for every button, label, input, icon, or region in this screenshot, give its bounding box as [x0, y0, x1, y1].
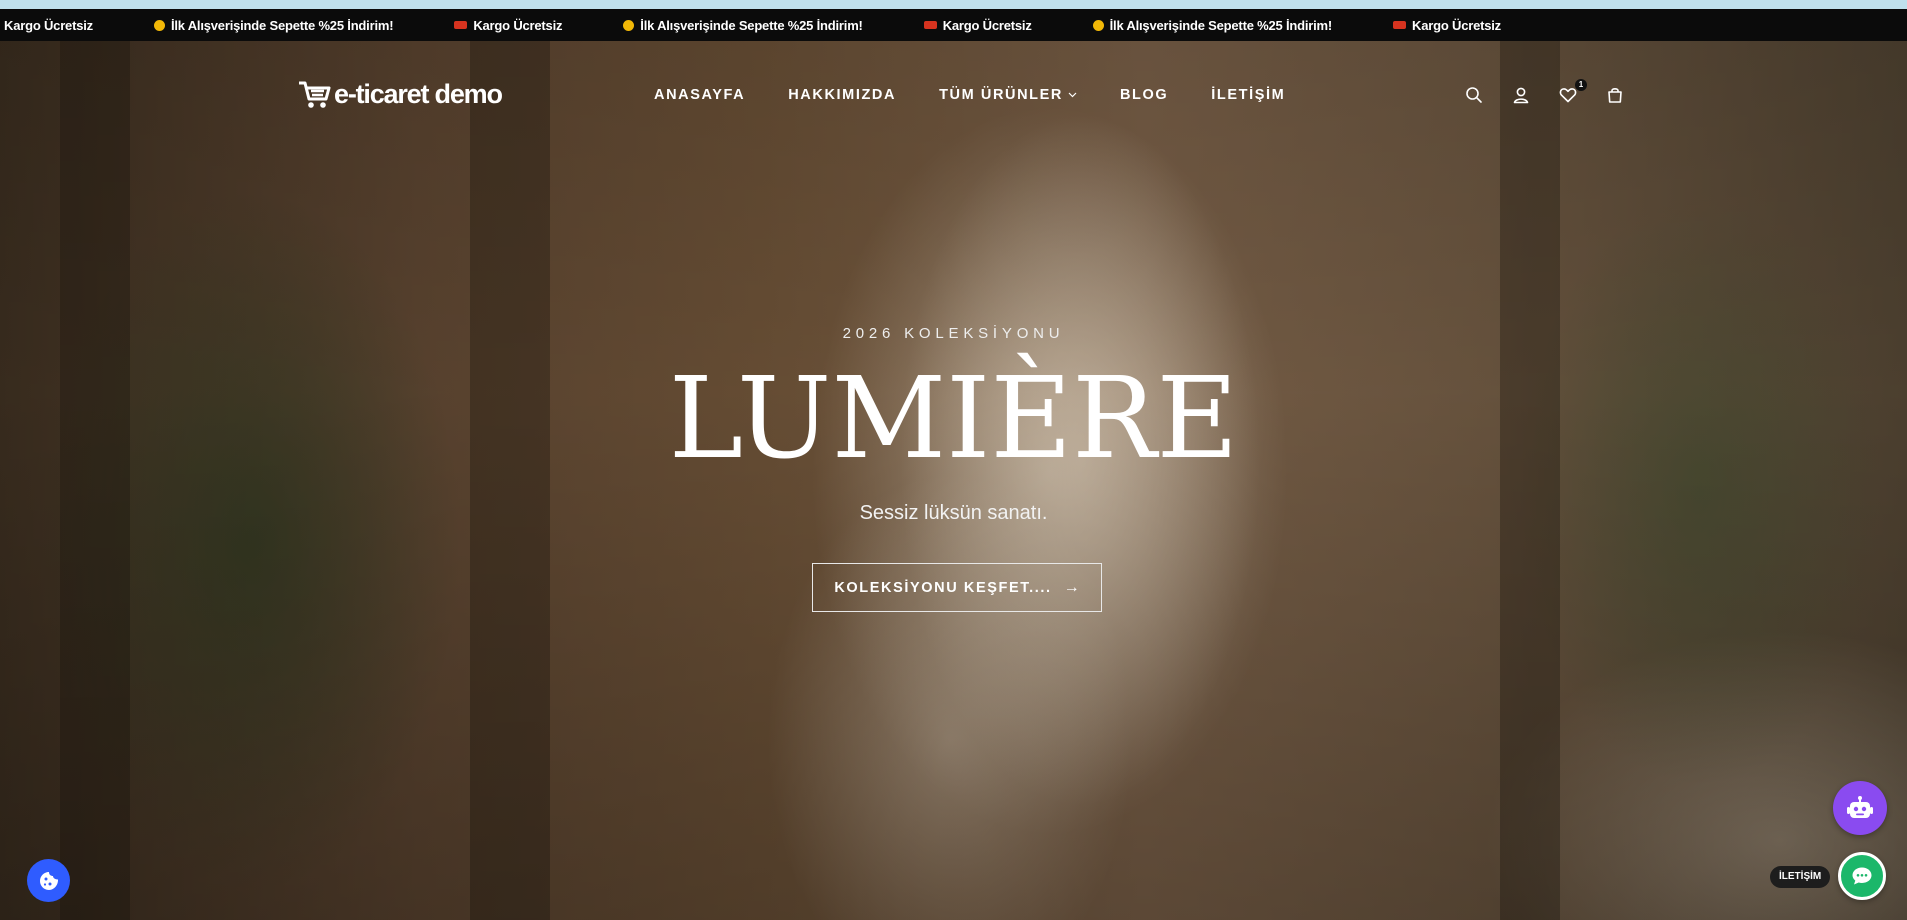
announcement-text: İlk Alışverişinde Sepette %25 İndirim! — [1109, 17, 1333, 33]
announcement-text: İlk Alışverişinde Sepette %25 İndirim! — [170, 17, 394, 33]
wishlist-count-badge: 1 — [1575, 79, 1587, 91]
chat-button[interactable] — [1838, 852, 1886, 900]
smile-icon — [1092, 19, 1104, 31]
wishlist-button[interactable]: 1 — [1558, 79, 1587, 105]
account-button[interactable] — [1511, 85, 1531, 105]
truck-icon — [1393, 21, 1407, 29]
nav-label: ANASAYFA — [654, 87, 746, 103]
robot-icon — [1847, 796, 1873, 818]
announcement-item: Kargo Ücretsiz — [1393, 18, 1501, 33]
announcement-item: Kargo Ücretsiz — [4, 18, 93, 33]
announcement-item: İlk Alışverişinde Sepette %25 İndirim! — [153, 17, 394, 33]
nav-item-about[interactable]: HAKKIMIZDA — [788, 87, 896, 103]
nav-label: BLOG — [1119, 87, 1169, 103]
announcement-text: Kargo Ücretsiz — [4, 17, 93, 33]
cart-logo-icon — [299, 81, 331, 108]
nav-label: İLETİŞİM — [1211, 87, 1286, 103]
cta-label: KOLEKSİYONU KEŞFET.... — [834, 579, 1052, 596]
site-header: e-ticaret demo ANASAYFA HAKKIMIZDA TÜM Ü… — [0, 41, 1907, 151]
cookie-settings-button[interactable] — [27, 859, 70, 902]
announcement-item: Kargo Ücretsiz — [454, 18, 562, 33]
hero-title: LUMIÈRE — [668, 354, 1239, 484]
cookie-icon — [39, 871, 58, 890]
announcement-item: İlk Alışverişinde Sepette %25 İndirim! — [1092, 17, 1333, 33]
ai-assistant-button[interactable] — [1833, 781, 1887, 835]
nav-label: TÜM ÜRÜNLER — [939, 87, 1063, 103]
nav-label: HAKKIMIZDA — [788, 87, 897, 103]
search-button[interactable] — [1464, 85, 1484, 105]
smile-icon — [623, 19, 635, 31]
smile-icon — [153, 19, 165, 31]
main-nav: ANASAYFA HAKKIMIZDA TÜM ÜRÜNLER BLOG İLE… — [654, 87, 1328, 103]
user-icon — [1513, 87, 1529, 104]
hero-subtitle: 2026 KOLEKSİYONU — [842, 325, 1065, 342]
announcement-text: Kargo Ücretsiz — [1412, 17, 1501, 33]
truck-icon — [454, 21, 468, 29]
cart-button[interactable] — [1605, 85, 1625, 105]
hero-tagline: Sessiz lüksün sanatı. — [859, 502, 1048, 524]
contact-label: İLETİŞİM — [1770, 866, 1831, 888]
shopping-bag-icon — [1608, 87, 1622, 103]
search-icon — [1466, 87, 1482, 103]
site-logo[interactable]: e-ticaret demo — [298, 79, 503, 110]
announcement-text: İlk Alışverişinde Sepette %25 İndirim! — [640, 17, 863, 33]
header-actions: 1 — [1464, 79, 1652, 105]
nav-item-contact[interactable]: İLETİŞİM — [1211, 87, 1285, 103]
chat-bubble-icon — [1852, 867, 1872, 885]
arrow-right-icon: → — [1063, 578, 1080, 596]
announcement-item: Kargo Ücretsiz — [923, 17, 1032, 33]
chevron-down-icon — [1068, 92, 1077, 98]
announcement-track: Kargo Ücretsiz İlk Alışverişinde Sepette… — [4, 9, 1562, 41]
nav-item-blog[interactable]: BLOG — [1120, 87, 1168, 103]
logo-text: e-ticaret demo — [334, 79, 503, 109]
hero-banner: 2026 KOLEKSİYONU LUMIÈRE Sessiz lüksün s… — [0, 41, 1907, 920]
truck-icon — [923, 21, 937, 29]
explore-collection-button[interactable]: KOLEKSİYONU KEŞFET.... → — [812, 563, 1102, 612]
announcement-text: Kargo Ücretsiz — [942, 17, 1032, 33]
nav-item-all-products[interactable]: TÜM ÜRÜNLER — [939, 87, 1077, 103]
top-accent-line — [0, 0, 1907, 9]
announcement-text: Kargo Ücretsiz — [473, 17, 563, 33]
announcement-item: İlk Alışverişinde Sepette %25 İndirim! — [623, 17, 863, 33]
nav-item-home[interactable]: ANASAYFA — [654, 87, 745, 103]
announcement-bar: Kargo Ücretsiz İlk Alışverişinde Sepette… — [0, 9, 1907, 41]
